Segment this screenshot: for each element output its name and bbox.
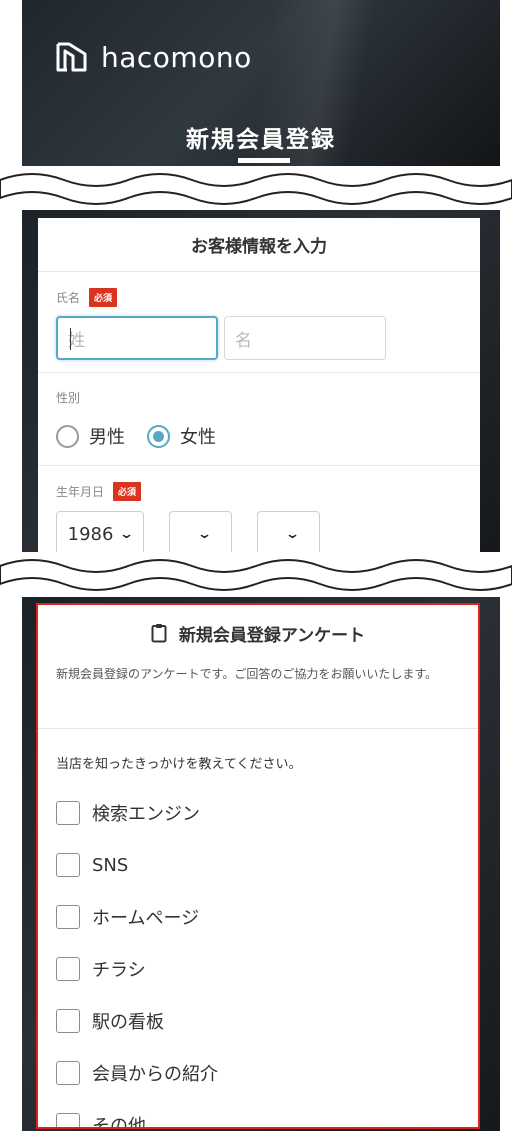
checkbox-icon[interactable]: [56, 905, 80, 929]
section-break-wave: [0, 173, 512, 205]
survey-option-label: その他: [92, 1116, 146, 1129]
birthdate-label: 生年月日: [56, 485, 105, 499]
checkbox-icon[interactable]: [56, 957, 80, 981]
survey-option-other[interactable]: その他: [38, 1099, 478, 1129]
name-label-row: 氏名 必須: [56, 288, 118, 307]
radio-unchecked-icon[interactable]: [56, 424, 79, 448]
checkbox-icon[interactable]: [56, 1061, 80, 1085]
gender-radio-group: 男性 女性: [56, 423, 216, 449]
gender-option-female[interactable]: 女性: [147, 423, 216, 449]
gender-label-row: 性別: [56, 389, 80, 406]
title-underline: [238, 158, 290, 163]
survey-option-label: 会員からの紹介: [92, 1064, 218, 1085]
last-name-input[interactable]: 姓: [56, 316, 218, 360]
checkbox-icon[interactable]: [56, 801, 80, 825]
customer-info-heading: お客様情報を入力: [38, 218, 480, 272]
birthdate-section: 生年月日 必須 1986 ⌄ ⌄ ⌄: [38, 466, 480, 552]
section-break-wave: [0, 559, 512, 591]
survey-option-station-sign[interactable]: 駅の看板: [38, 995, 478, 1047]
birth-year-select[interactable]: 1986 ⌄: [56, 511, 144, 552]
required-badge: 必須: [89, 288, 118, 307]
checkbox-icon[interactable]: [56, 1113, 80, 1127]
survey-question: 当店を知ったきっかけを教えてください。: [56, 757, 302, 772]
birthdate-label-row: 生年月日 必須: [56, 482, 142, 501]
survey-description: 新規会員登録のアンケートです。ご回答のご協力をお願いいたします。: [38, 661, 478, 729]
checkbox-icon[interactable]: [56, 1009, 80, 1033]
birth-month-select[interactable]: ⌄: [169, 511, 232, 552]
radio-checked-icon[interactable]: [147, 424, 170, 448]
survey-option-homepage[interactable]: ホームページ: [38, 891, 478, 943]
name-section: 氏名 必須 姓 名: [38, 272, 480, 373]
gender-label: 性別: [56, 391, 81, 405]
survey-option-search-engine[interactable]: 検索エンジン: [38, 787, 478, 839]
survey-option-member-referral[interactable]: 会員からの紹介: [38, 1047, 478, 1099]
logo: hacomono: [55, 40, 252, 74]
chevron-down-icon: ⌄: [284, 526, 301, 542]
chevron-down-icon: ⌄: [119, 526, 135, 542]
survey-option-label: ホームページ: [92, 908, 200, 929]
survey-option-flyer[interactable]: チラシ: [38, 943, 478, 995]
survey-option-label: SNS: [92, 854, 129, 876]
birth-day-select[interactable]: ⌄: [257, 511, 320, 552]
clipboard-icon: [151, 624, 167, 643]
gender-section: 性別 男性 女性: [38, 373, 480, 466]
text-caret: [70, 328, 71, 350]
survey-heading-row: 新規会員登録アンケート: [38, 605, 478, 661]
gender-option-label: 男性: [89, 427, 125, 448]
chevron-down-icon: ⌄: [196, 526, 213, 542]
hacomono-logo-icon: [56, 42, 87, 72]
customer-info-card: お客様情報を入力 氏名 必須 姓 名 性別 男性 女性 生年月日 必須 1986…: [38, 218, 480, 552]
survey-card: 新規会員登録アンケート 新規会員登録のアンケートです。ご回答のご協力をお願いいた…: [36, 603, 480, 1129]
gender-option-male[interactable]: 男性: [56, 423, 125, 449]
required-badge: 必須: [113, 482, 142, 501]
survey-heading: 新規会員登録アンケート: [178, 625, 366, 646]
survey-option-sns[interactable]: SNS: [38, 839, 478, 891]
name-label: 氏名: [56, 291, 81, 305]
logo-text: hacomono: [101, 40, 252, 74]
birth-year-value: 1986: [67, 523, 114, 545]
first-name-input[interactable]: 名: [224, 316, 386, 360]
checkbox-icon[interactable]: [56, 853, 80, 877]
first-name-placeholder: 名: [235, 330, 252, 351]
survey-option-label: チラシ: [92, 960, 146, 981]
survey-option-label: 駅の看板: [92, 1012, 164, 1033]
page-title: 新規会員登録: [186, 127, 336, 153]
gender-option-label: 女性: [180, 427, 216, 448]
survey-option-label: 検索エンジン: [92, 804, 200, 825]
